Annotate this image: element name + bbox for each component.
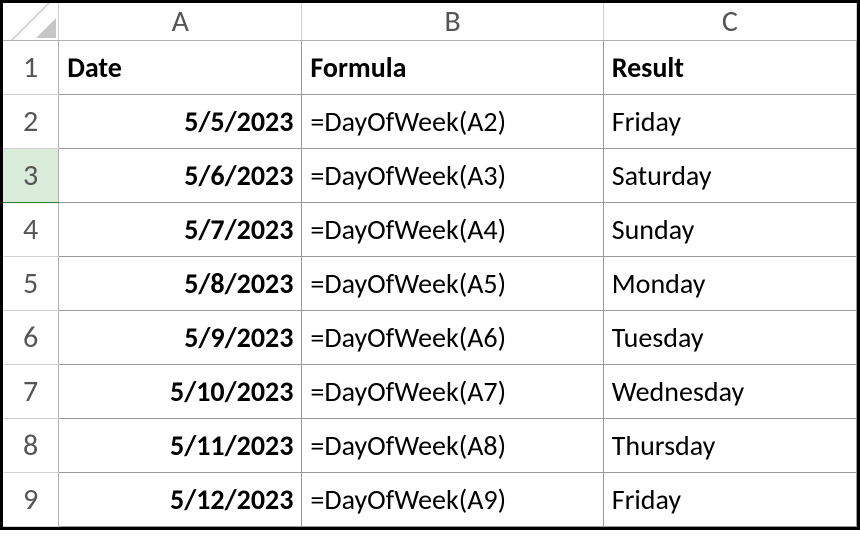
cell-B3[interactable]: =DayOfWeek(A3) — [302, 149, 603, 203]
row-header-1[interactable]: 1 — [3, 41, 59, 95]
cell-A3[interactable]: 5/6/2023 — [59, 149, 302, 203]
spreadsheet: A B C 1 Date Formula Result 2 5/5/2023 =… — [0, 0, 860, 530]
table-row: 6 5/9/2023 =DayOfWeek(A6) Tuesday — [3, 311, 857, 365]
select-all-triangle-icon — [36, 18, 56, 38]
column-header-row: A B C — [3, 3, 857, 41]
column-header-A[interactable]: A — [59, 3, 302, 41]
table-row: 7 5/10/2023 =DayOfWeek(A7) Wednesday — [3, 365, 857, 419]
row-header-8[interactable]: 8 — [3, 419, 59, 473]
cell-B1[interactable]: Formula — [302, 41, 603, 95]
cell-C5[interactable]: Monday — [603, 257, 856, 311]
row-header-2[interactable]: 2 — [3, 95, 59, 149]
cell-C2[interactable]: Friday — [603, 95, 856, 149]
table-row: 2 5/5/2023 =DayOfWeek(A2) Friday — [3, 95, 857, 149]
column-header-B[interactable]: B — [302, 3, 603, 41]
cell-A1[interactable]: Date — [59, 41, 302, 95]
cell-C7[interactable]: Wednesday — [603, 365, 856, 419]
table-row: 1 Date Formula Result — [3, 41, 857, 95]
table-row: 9 5/12/2023 =DayOfWeek(A9) Friday — [3, 473, 857, 527]
cell-B4[interactable]: =DayOfWeek(A4) — [302, 203, 603, 257]
row-header-4[interactable]: 4 — [3, 203, 59, 257]
select-all-corner[interactable] — [3, 3, 59, 41]
cell-A7[interactable]: 5/10/2023 — [59, 365, 302, 419]
grid: A B C 1 Date Formula Result 2 5/5/2023 =… — [3, 3, 857, 527]
cell-B5[interactable]: =DayOfWeek(A5) — [302, 257, 603, 311]
cell-C3[interactable]: Saturday — [603, 149, 856, 203]
row-header-3[interactable]: 3 — [3, 149, 59, 203]
cell-C8[interactable]: Thursday — [603, 419, 856, 473]
table-row: 5 5/8/2023 =DayOfWeek(A5) Monday — [3, 257, 857, 311]
cell-A8[interactable]: 5/11/2023 — [59, 419, 302, 473]
cell-C6[interactable]: Tuesday — [603, 311, 856, 365]
table-row: 4 5/7/2023 =DayOfWeek(A4) Sunday — [3, 203, 857, 257]
cell-C4[interactable]: Sunday — [603, 203, 856, 257]
row-header-9[interactable]: 9 — [3, 473, 59, 527]
cell-B8[interactable]: =DayOfWeek(A8) — [302, 419, 603, 473]
cell-A5[interactable]: 5/8/2023 — [59, 257, 302, 311]
cell-B6[interactable]: =DayOfWeek(A6) — [302, 311, 603, 365]
cell-B9[interactable]: =DayOfWeek(A9) — [302, 473, 603, 527]
table-row: 8 5/11/2023 =DayOfWeek(A8) Thursday — [3, 419, 857, 473]
cell-B2[interactable]: =DayOfWeek(A2) — [302, 95, 603, 149]
row-header-7[interactable]: 7 — [3, 365, 59, 419]
cell-A6[interactable]: 5/9/2023 — [59, 311, 302, 365]
cell-A9[interactable]: 5/12/2023 — [59, 473, 302, 527]
column-header-C[interactable]: C — [603, 3, 856, 41]
table-row: 3 5/6/2023 =DayOfWeek(A3) Saturday — [3, 149, 857, 203]
cell-A2[interactable]: 5/5/2023 — [59, 95, 302, 149]
cell-C9[interactable]: Friday — [603, 473, 856, 527]
cell-C1[interactable]: Result — [603, 41, 856, 95]
row-header-5[interactable]: 5 — [3, 257, 59, 311]
cell-A4[interactable]: 5/7/2023 — [59, 203, 302, 257]
cell-B7[interactable]: =DayOfWeek(A7) — [302, 365, 603, 419]
row-header-6[interactable]: 6 — [3, 311, 59, 365]
